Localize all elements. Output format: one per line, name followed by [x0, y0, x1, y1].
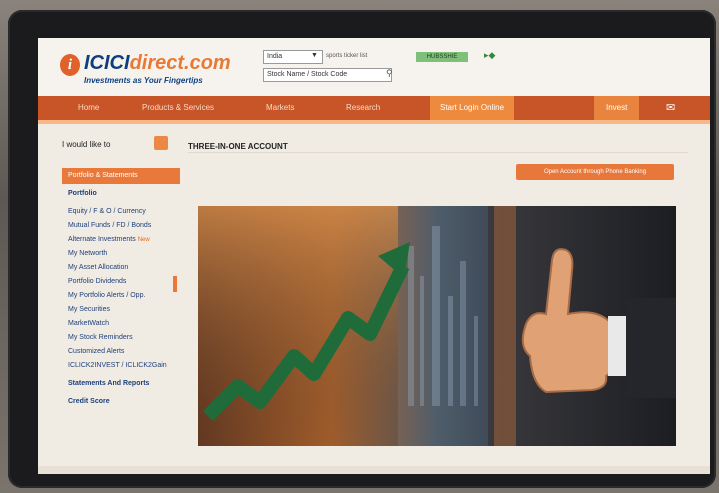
- nav-home[interactable]: Home: [78, 96, 99, 120]
- sidebar-item-equity[interactable]: Equity / F & O / Currency: [68, 208, 146, 215]
- sidebar-item-networth[interactable]: My Networth: [68, 250, 107, 257]
- sidebar-item-marketwatch[interactable]: MarketWatch: [68, 320, 109, 327]
- sidebar-item-credit-score[interactable]: Credit Score: [68, 398, 110, 405]
- logo-mark-icon: i: [60, 54, 80, 76]
- sidebar-item-portfolio[interactable]: Portfolio: [68, 190, 97, 197]
- laptop-bezel: i ICICIdirect.com Investments as Your Fi…: [8, 10, 716, 488]
- footer-strip: [38, 466, 710, 474]
- nav-invest[interactable]: Invest: [594, 96, 640, 120]
- ticker-badge[interactable]: HUBSSHIE: [416, 52, 468, 62]
- sidebar-item-alerts[interactable]: My Portfolio Alerts / Opp.: [68, 292, 145, 299]
- chevron-down-icon[interactable]: ▼: [311, 52, 318, 59]
- like-to-label: I would like to: [62, 140, 111, 149]
- logo-text: ICICIdirect.com: [84, 52, 231, 75]
- like-to-dropdown-button[interactable]: [154, 136, 168, 150]
- sidebar: I would like to Portfolio & Statements P…: [58, 136, 183, 466]
- growth-thumbs-up-illustration: [198, 206, 676, 446]
- nav-research[interactable]: Research: [346, 96, 380, 120]
- hero-banner-image: [198, 206, 676, 446]
- market-label: sports ticker list: [326, 53, 368, 59]
- logo-domain: direct.com: [129, 52, 231, 74]
- logo-brand: ICICI: [84, 52, 130, 74]
- sidebar-item-asset-allocation[interactable]: My Asset Allocation: [68, 264, 128, 271]
- search-icon[interactable]: ⚲: [386, 68, 393, 79]
- nav-products[interactable]: Products & Services: [142, 96, 214, 120]
- sidebar-item-mutual-funds[interactable]: Mutual Funds / FD / Bonds: [68, 222, 151, 229]
- mail-icon[interactable]: ✉: [666, 96, 675, 120]
- sidebar-item-iclick[interactable]: ICLICK2INVEST / ICLICK2Gain: [68, 362, 167, 369]
- new-badge: New: [137, 237, 150, 243]
- ticker-nav-arrows-icon[interactable]: ▸◆: [484, 50, 495, 61]
- title-divider: [188, 152, 688, 153]
- sidebar-item-securities[interactable]: My Securities: [68, 306, 110, 313]
- browser-screen: i ICICIdirect.com Investments as Your Fi…: [38, 38, 710, 474]
- sidebar-item-dividends[interactable]: Portfolio Dividends: [68, 278, 126, 285]
- site-header: i ICICIdirect.com Investments as Your Fi…: [38, 38, 710, 96]
- nav-login[interactable]: Start Login Online: [430, 96, 514, 120]
- portfolio-header[interactable]: Portfolio & Statements: [62, 168, 180, 184]
- page-title: THREE-IN-ONE ACCOUNT: [188, 142, 288, 151]
- nav-separator: [38, 120, 710, 124]
- sidebar-item-reminders[interactable]: My Stock Reminders: [68, 334, 133, 341]
- sidebar-item-statements[interactable]: Statements And Reports: [68, 380, 149, 387]
- sidebar-item-alternate[interactable]: Alternate Investments New: [68, 236, 150, 243]
- sidebar-item-customized-alerts[interactable]: Customized Alerts: [68, 348, 124, 355]
- open-account-button[interactable]: Open Account through Phone Banking: [516, 164, 674, 180]
- logo-tagline: Investments as Your Fingertips: [84, 76, 203, 85]
- sidebar-scrollbar[interactable]: [173, 276, 177, 292]
- main-nav: Home Products & Services Markets Researc…: [38, 96, 710, 120]
- nav-markets[interactable]: Markets: [266, 96, 294, 120]
- stock-search-input[interactable]: Stock Name / Stock Code: [263, 68, 392, 82]
- sidebar-item-label: Alternate Investments: [68, 236, 136, 243]
